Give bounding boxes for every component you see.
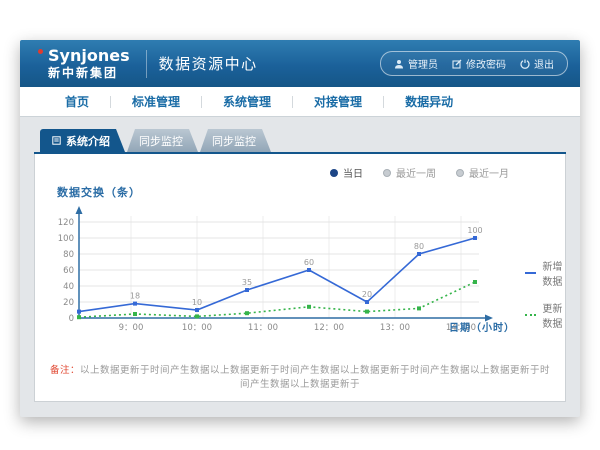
tab-system-intro[interactable]: 系统介绍 — [40, 129, 125, 152]
legend-label: 新增数据 — [542, 258, 563, 288]
svg-text:10: 10 — [192, 298, 202, 307]
footnote-prefix: 备注： — [50, 365, 80, 376]
svg-text:80: 80 — [63, 250, 74, 260]
tab-sync-monitor-1[interactable]: 同步监控 — [127, 129, 198, 152]
tab-bar: 系统介绍 同步监控 同步监控 — [34, 129, 566, 154]
nav-item-data-change[interactable]: 数据异动 — [384, 93, 474, 110]
user-menu-admin-label: 管理员 — [408, 56, 438, 71]
user-menu-change-password-label: 修改密码 — [466, 56, 506, 71]
content-area: 系统介绍 同步监控 同步监控 当日 最近一周 — [20, 117, 580, 402]
main-nav: 首页 标准管理 系统管理 对接管理 数据异动 — [20, 87, 580, 117]
svg-text:20: 20 — [362, 290, 372, 299]
filter-label: 最近一周 — [396, 165, 436, 180]
svg-text:40: 40 — [63, 282, 74, 292]
company-name: 新中新集团 — [48, 67, 130, 79]
tab-label: 系统介绍 — [66, 133, 110, 149]
chart-card: 当日 最近一周 最近一月 数据交换（条） 9：00 10：00 11：00 12：00… — [34, 154, 566, 402]
legend-label: 更新数据 — [542, 300, 563, 330]
user-menu: 管理员 修改密码 退出 — [380, 51, 568, 76]
user-menu-logout-label: 退出 — [534, 56, 554, 71]
tab-label: 同步监控 — [212, 133, 256, 149]
radio-selected-icon — [330, 169, 338, 177]
user-menu-admin[interactable]: 管理员 — [394, 56, 438, 71]
svg-text:13：00: 13：00 — [380, 323, 410, 333]
svg-text:0: 0 — [69, 314, 74, 324]
logout-icon — [520, 59, 530, 69]
tab-label: 同步监控 — [139, 133, 183, 149]
radio-unselected-icon — [383, 169, 391, 177]
filter-label: 当日 — [343, 165, 363, 180]
chart-legend: 新增数据更新数据 — [525, 258, 563, 330]
svg-text:120: 120 — [58, 218, 74, 228]
filter-today[interactable]: 当日 — [330, 165, 363, 180]
tab-sync-monitor-2[interactable]: 同步监控 — [200, 129, 271, 152]
svg-text:60: 60 — [63, 266, 74, 276]
svg-text:20: 20 — [63, 298, 74, 308]
svg-text:9：00: 9：00 — [119, 323, 144, 333]
user-icon — [394, 59, 404, 69]
header-divider — [146, 50, 147, 78]
nav-item-system-mgmt[interactable]: 系统管理 — [202, 93, 292, 110]
line-chart: 9：0010：0011：0012：0013：0014：0002040608010… — [49, 200, 519, 340]
chart-row: 9：0010：0011：0012：0013：0014：0002040608010… — [49, 200, 551, 340]
svg-text:18: 18 — [130, 292, 140, 301]
footnote: 备注：以上数据更新于时间产生数据以上数据更新于时间产生数据以上数据更新于时间产生… — [49, 362, 551, 390]
app-title: 数据资源中心 — [159, 53, 258, 74]
svg-text:日期（小时）: 日期（小时） — [449, 321, 515, 334]
brand-name: Synjones — [48, 48, 130, 64]
logo: Synjones 新中新集团 — [32, 48, 134, 79]
svg-text:10：00: 10：00 — [182, 323, 212, 333]
footnote-text: 以上数据更新于时间产生数据以上数据更新于时间产生数据以上数据更新于时间产生数据以… — [80, 365, 550, 390]
svg-text:60: 60 — [304, 258, 314, 267]
logo-red-dot-icon — [38, 49, 43, 54]
app-window: Synjones 新中新集团 数据资源中心 管理员 修改密码 — [20, 40, 580, 417]
legend-swatch-icon — [525, 314, 536, 316]
filter-label: 最近一月 — [469, 165, 509, 180]
user-menu-change-password[interactable]: 修改密码 — [452, 56, 506, 71]
svg-text:100: 100 — [58, 234, 74, 244]
radio-unselected-icon — [456, 169, 464, 177]
svg-text:12：00: 12：00 — [314, 323, 344, 333]
nav-item-home[interactable]: 首页 — [44, 93, 110, 110]
time-range-filters: 当日 最近一周 最近一月 — [49, 162, 551, 184]
user-menu-logout[interactable]: 退出 — [520, 56, 554, 71]
legend-item: 新增数据 — [525, 258, 563, 288]
legend-swatch-icon — [525, 272, 536, 274]
svg-text:11：00: 11：00 — [248, 323, 278, 333]
filter-last-month[interactable]: 最近一月 — [456, 165, 509, 180]
svg-text:100: 100 — [467, 226, 482, 235]
edit-icon — [452, 59, 462, 69]
document-icon — [52, 136, 61, 145]
filter-last-week[interactable]: 最近一周 — [383, 165, 436, 180]
legend-item: 更新数据 — [525, 300, 563, 330]
nav-item-standard-mgmt[interactable]: 标准管理 — [111, 93, 201, 110]
svg-text:35: 35 — [242, 278, 252, 287]
svg-text:80: 80 — [414, 242, 424, 251]
header: Synjones 新中新集团 数据资源中心 管理员 修改密码 — [20, 40, 580, 87]
y-axis-title: 数据交换（条） — [57, 184, 551, 200]
nav-item-interface-mgmt[interactable]: 对接管理 — [293, 93, 383, 110]
